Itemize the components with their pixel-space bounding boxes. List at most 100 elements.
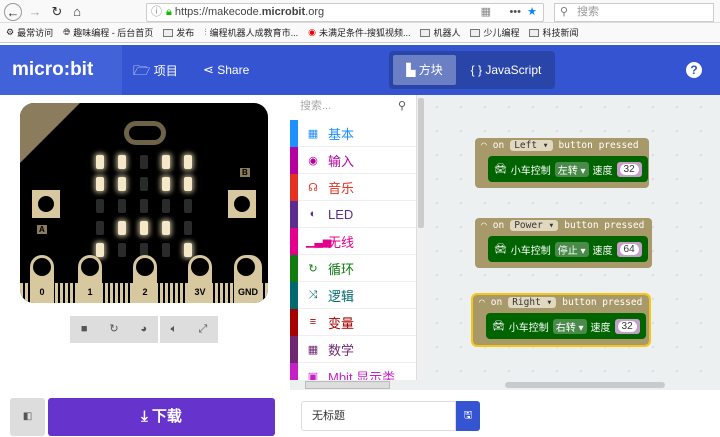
share-label: Share (217, 63, 250, 77)
logo-outline (124, 121, 166, 145)
category-icon: ☊ (308, 181, 318, 194)
share-button[interactable]: ⋖ Share (203, 45, 249, 95)
workspace-hscrollbar[interactable] (290, 380, 720, 390)
bottom-bar: ◧ ⤓ 下载 无标题 🖫︎ (0, 395, 720, 437)
pin-1[interactable]: 1 (78, 255, 102, 303)
project-name-input[interactable]: 无标题 (301, 401, 456, 431)
video-icon: ◉ (308, 27, 316, 37)
on-button-pressed-block[interactable]: ◠ on Left ▾ button pressed 🚘︎ 小车控制 左转 ▾ 速度 32 (475, 138, 649, 188)
blocks-workspace[interactable]: ◠ on Left ▾ button pressed 🚘︎ 小车控制 左转 ▾ 速度 32 ◠ on… (425, 95, 720, 385)
restart-icon[interactable]: ↻ (109, 316, 118, 343)
bookmark-item[interactable]: ⚙ 最常访问 (6, 26, 53, 39)
tab-javascript[interactable]: { } JavaScript (462, 55, 550, 85)
url-bar[interactable]: ⓘ 🔒︎ https://makecode.microbit.org ▦ ••• … (146, 3, 544, 22)
save-button[interactable]: 🖫︎ (456, 401, 480, 431)
led-3-2 (140, 221, 148, 235)
bookmark-star-icon[interactable]: ★ (527, 4, 537, 21)
led-0-3 (162, 155, 170, 169)
help-button[interactable]: ? (686, 62, 702, 78)
stop-icon[interactable]: ■ (81, 316, 88, 343)
back-button[interactable]: ← (4, 3, 22, 21)
mute-icon[interactable]: 🔈︎ (171, 316, 178, 343)
car-control-block[interactable]: 🚘︎ 小车控制 停止 ▾ 速度 64 (488, 236, 648, 262)
pin-4[interactable]: GND (234, 255, 262, 303)
projects-label: 项目 (153, 64, 178, 78)
direction-dropdown[interactable]: 右转 ▾ (552, 318, 587, 334)
bookmark-item[interactable]: 🌐︎ 趣味编程 - 后台首页 (63, 26, 153, 39)
bookmark-item[interactable]: ◉ 未满足条件-搜狐视频... (308, 26, 410, 39)
button-dropdown[interactable]: Right ▾ (508, 297, 557, 308)
url-prefix: https://makecode. (174, 6, 262, 18)
toolbox-category[interactable]: ⤨ 逻辑 (290, 281, 416, 309)
microbit-board: A B 0 1 2 3V GND (20, 103, 268, 303)
bookmark-item[interactable]: 发布 (163, 26, 194, 39)
bookmark-item[interactable]: 机器人 (420, 26, 460, 39)
reload-button[interactable]: ↻ (48, 3, 66, 21)
button-b[interactable] (228, 190, 256, 218)
tab-blocks[interactable]: ▙ 方块 (393, 55, 456, 85)
toolbox-category[interactable]: ▦ 数学 (290, 335, 416, 363)
car-control-block[interactable]: 🚘︎ 小车控制 左转 ▾ 速度 32 (488, 156, 648, 182)
forward-button[interactable]: → (26, 3, 44, 21)
bookmark-item[interactable]: ⫶ 编程机器人成教育市... (204, 26, 298, 39)
microbit-logo[interactable]: micro:bit (0, 45, 122, 95)
led-1-3 (162, 177, 170, 191)
pin-3[interactable]: 3V (188, 255, 212, 303)
toolbox-search-input[interactable]: 搜索... ⚲ (290, 95, 416, 120)
fullscreen-icon[interactable]: ⤢ (199, 316, 208, 343)
bookmark-label: 发布 (176, 28, 195, 38)
toolbox-scrollbar[interactable] (416, 95, 425, 385)
more-icon[interactable]: ••• (509, 4, 521, 21)
bookmark-item[interactable]: 科技新闻 (529, 26, 579, 39)
pin-hole (81, 258, 99, 276)
on-button-pressed-block[interactable]: ◠ on Right ▾ button pressed 🚘︎ 小车控制 右转 ▾ 速度 32 (471, 293, 651, 347)
toolbox-category[interactable]: ◐ LED (290, 200, 416, 228)
led-3-3 (162, 221, 170, 235)
category-label: 变量 (328, 315, 355, 331)
led-4-4 (184, 243, 192, 257)
collapse-simulator-button[interactable]: ◧ (10, 398, 45, 436)
direction-dropdown[interactable]: 停止 ▾ (554, 241, 589, 257)
bookmark-item[interactable]: 少儿编程 (470, 26, 519, 39)
sim-control-group: ■ ↻ ◕ (70, 316, 158, 343)
speed-input[interactable]: 64 (616, 241, 642, 257)
category-color-bar (290, 308, 298, 336)
pin-0[interactable]: 0 (30, 255, 54, 303)
toolbox-category[interactable]: ☊ 音乐 (290, 173, 416, 201)
pin-label: GND (238, 287, 258, 297)
pin-hole (33, 258, 51, 276)
car-control-block[interactable]: 🚘︎ 小车控制 右转 ▾ 速度 32 (486, 313, 646, 339)
qr-icon[interactable]: ▦ (481, 4, 491, 21)
button-value: Power (514, 220, 543, 231)
projects-button[interactable]: 🗁︎ 项目 (133, 45, 178, 95)
button-a[interactable] (32, 190, 60, 218)
download-button[interactable]: ⤓ 下载 (48, 398, 275, 436)
toolbox-category[interactable]: ▦ 基本 (290, 119, 416, 147)
toolbox-category[interactable]: ▁▃▅ 无线 (290, 227, 416, 255)
download-label: 下载 (151, 408, 182, 425)
direction-value: 右转 (555, 322, 576, 334)
led-2-1 (118, 199, 126, 213)
button-dropdown[interactable]: Power ▾ (510, 220, 559, 231)
direction-dropdown[interactable]: 左转 ▾ (554, 161, 589, 177)
pin-2[interactable]: 2 (133, 255, 157, 303)
speed-label: 速度 (590, 322, 611, 334)
led-1-0 (96, 177, 104, 191)
speed-input[interactable]: 32 (614, 318, 640, 334)
speed-input[interactable]: 32 (616, 161, 642, 177)
toolbox-category[interactable]: ◉ 输入 (290, 146, 416, 174)
search-placeholder: 搜索 (577, 6, 599, 18)
direction-value: 停止 (557, 245, 578, 257)
home-button[interactable]: ⌂ (68, 3, 86, 21)
category-label: LED (328, 206, 354, 222)
toolbox-category[interactable]: ≡ 变量 (290, 308, 416, 336)
toolbox-category[interactable]: ↻ 循环 (290, 254, 416, 282)
button-b-label: B (240, 168, 250, 177)
speed-label: 速度 (592, 245, 613, 257)
browser-search-input[interactable]: ⚲ 搜索 (554, 3, 714, 22)
category-color-bar (290, 173, 298, 201)
radio-icon: ◠ (481, 220, 487, 231)
on-button-pressed-block[interactable]: ◠ on Power ▾ button pressed 🚘︎ 小车控制 停止 ▾ 速度 64 (475, 218, 652, 268)
slow-motion-icon[interactable]: ◕ (140, 316, 147, 343)
button-dropdown[interactable]: Left ▾ (510, 140, 553, 151)
